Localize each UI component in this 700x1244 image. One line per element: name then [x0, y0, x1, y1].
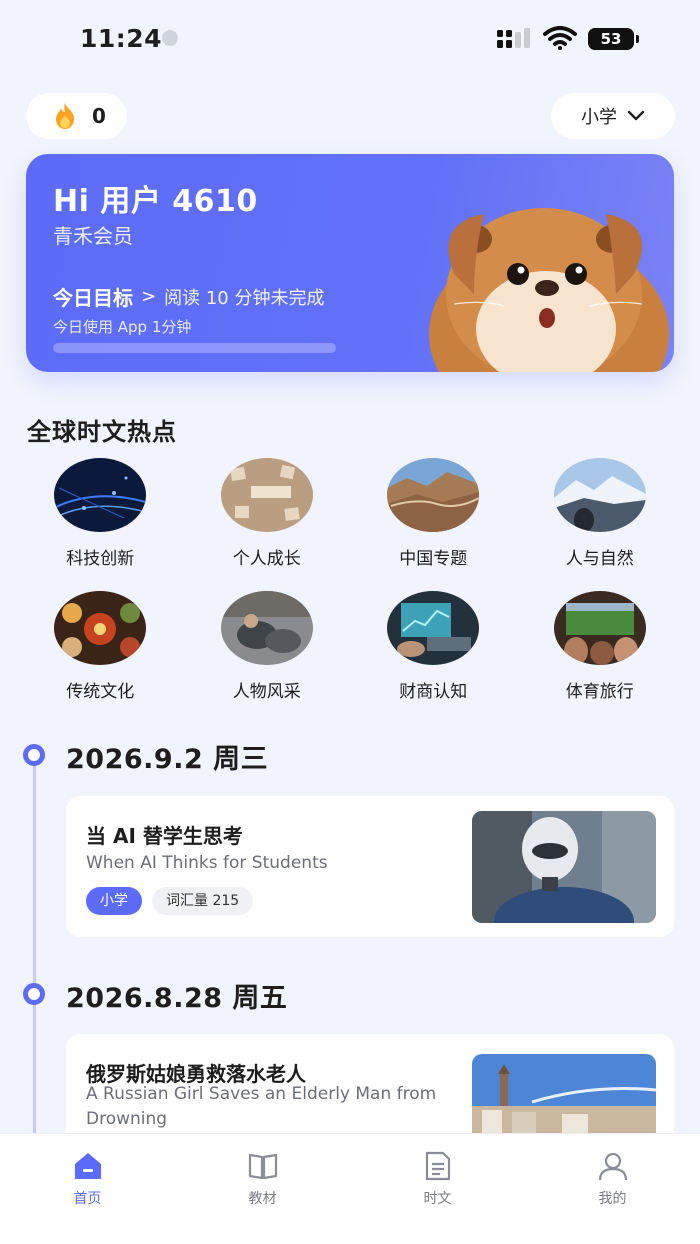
- tab-profile[interactable]: 我的: [525, 1134, 700, 1244]
- document-icon: [425, 1151, 450, 1181]
- status-time: 11:24: [80, 24, 163, 53]
- level-tag: 小学: [86, 887, 142, 915]
- tab-label: 教材: [248, 1191, 277, 1207]
- topic-label: 人物风采: [232, 682, 301, 702]
- article-card[interactable]: 当 AI 替学生思考 When AI Thinks for Students 小…: [66, 796, 674, 937]
- article-thumbnail: [472, 811, 656, 923]
- topic-label: 人与自然: [565, 549, 634, 569]
- topic-label: 财商认知: [399, 682, 468, 702]
- streak-count: 0: [92, 104, 106, 128]
- chevron-right-icon: >: [141, 286, 157, 307]
- usage-time: 今日使用 App 1分钟: [53, 318, 192, 336]
- section-title-global-topics: 全球时文热点: [27, 418, 177, 446]
- daily-goal-progress: [53, 343, 336, 353]
- tab-home[interactable]: 首页: [0, 1134, 175, 1244]
- tab-articles[interactable]: 时文: [350, 1134, 525, 1244]
- daily-goal-row[interactable]: 今日目标 > 阅读 10 分钟未完成: [53, 282, 324, 311]
- topic-china-image: [387, 458, 480, 532]
- article-tags: 小学 词汇量 215: [86, 887, 254, 915]
- daily-goal-status: 阅读 10 分钟未完成: [164, 287, 325, 309]
- book-icon: [248, 1153, 277, 1180]
- topic-sports-travel[interactable]: 体育旅行: [517, 591, 684, 702]
- topic-personal-growth[interactable]: 个人成长: [184, 458, 351, 569]
- wifi-icon: [543, 26, 577, 50]
- topic-grid: 科技创新 个人成长 中国专题 人与自然 传统文化 人物风采 财商认知 体育旅行: [17, 458, 683, 702]
- topic-people-profiles[interactable]: 人物风采: [184, 591, 351, 702]
- tab-label: 时文: [423, 1191, 452, 1207]
- bottom-tab-bar: 首页 教材 时文 我的: [0, 1133, 700, 1244]
- topic-finance-image: [387, 591, 480, 665]
- topic-profiles-image: [220, 591, 313, 665]
- topic-china-special[interactable]: 中国专题: [350, 458, 517, 569]
- grade-selector-label: 小学: [581, 107, 617, 128]
- article-subtitle: When AI Thinks for Students: [86, 853, 328, 873]
- article-title: 当 AI 替学生思考: [86, 824, 243, 848]
- topic-people-and-nature[interactable]: 人与自然: [517, 458, 684, 569]
- date-heading: 2026.9.2 周三: [66, 744, 269, 775]
- topic-tech-innovation[interactable]: 科技创新: [17, 458, 184, 569]
- topic-growth-image: [220, 458, 313, 532]
- user-greeting: Hi 用户 4610: [53, 184, 258, 219]
- tab-label: 首页: [73, 1191, 102, 1207]
- daily-goal-title: 今日目标: [53, 286, 133, 310]
- membership-label: 青禾会员: [53, 224, 133, 248]
- topic-sports-image: [553, 591, 646, 665]
- topic-label: 个人成长: [232, 549, 301, 569]
- chevron-down-icon: [627, 110, 645, 121]
- vocabulary-tag: 词汇量 215: [152, 887, 254, 915]
- timeline-dot: [23, 983, 45, 1005]
- topic-tech-image: [54, 458, 147, 532]
- date-heading: 2026.8.28 周五: [66, 983, 288, 1014]
- tab-label: 我的: [598, 1191, 627, 1207]
- flame-icon: [56, 103, 74, 129]
- battery-icon: 53: [588, 28, 639, 50]
- topic-label: 科技创新: [66, 549, 135, 569]
- daily-goal-card[interactable]: Hi 用户 4610 青禾会员 今日目标 > 阅读 10 分钟未完成 今日使用 …: [26, 154, 674, 372]
- topic-culture-image: [54, 591, 147, 665]
- article-subtitle: A Russian Girl Saves an Elderly Man from…: [86, 1084, 437, 1129]
- topic-label: 中国专题: [399, 549, 468, 569]
- topic-label: 传统文化: [66, 682, 135, 702]
- topic-nature-image: [553, 458, 646, 532]
- status-bar: 11:24 53: [0, 0, 700, 78]
- cellular-signal-icon: [497, 28, 530, 48]
- user-icon: [598, 1152, 627, 1181]
- groundhog-mascot-illustration: [429, 208, 669, 372]
- topic-financial-literacy[interactable]: 财商认知: [350, 591, 517, 702]
- topic-traditional-culture[interactable]: 传统文化: [17, 591, 184, 702]
- timeline-dot: [23, 744, 45, 766]
- topic-label: 体育旅行: [565, 682, 634, 702]
- home-icon: [74, 1153, 101, 1179]
- status-indicator-icon: [162, 30, 178, 46]
- streak-pill[interactable]: 0: [26, 93, 127, 139]
- grade-selector[interactable]: 小学: [551, 93, 675, 139]
- timeline-line: [33, 763, 36, 1143]
- tab-textbook[interactable]: 教材: [175, 1134, 350, 1244]
